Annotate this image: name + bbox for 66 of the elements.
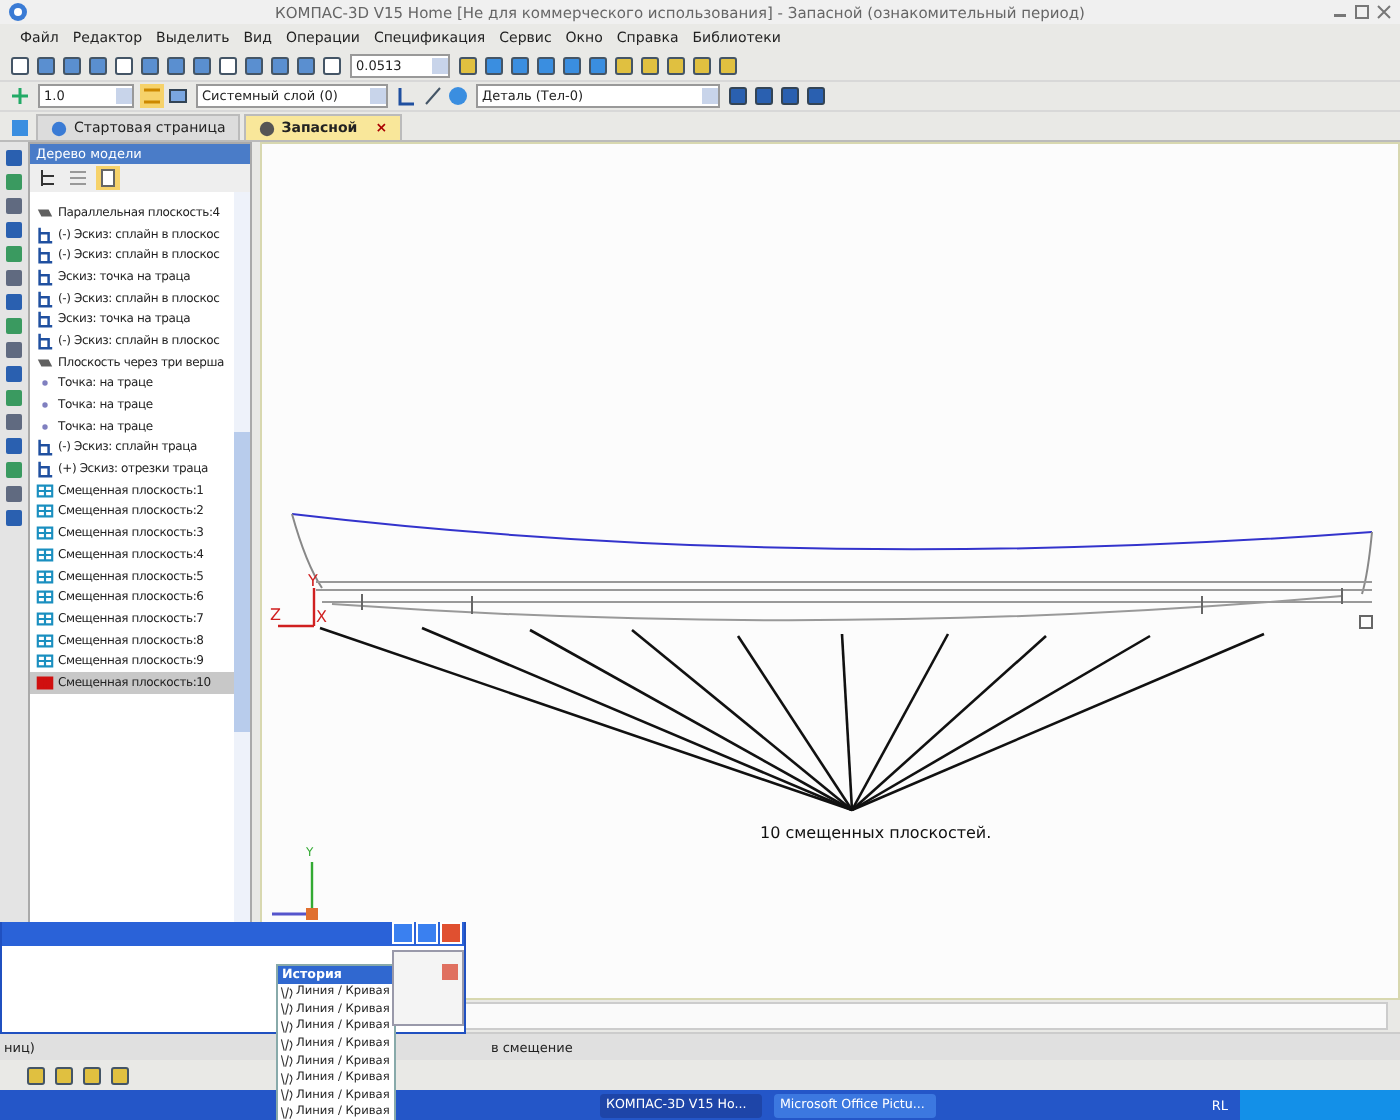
toolbar-icon[interactable] [112,54,136,78]
offset-plane-icon [36,567,54,586]
command-field[interactable] [464,1002,1388,1030]
toolbar-icon[interactable] [96,166,120,190]
minimize-button[interactable] [392,922,414,944]
sketch-icon [36,460,54,479]
toolbar-icon[interactable] [690,54,714,78]
app-logo-icon [8,2,28,22]
toolbar-icon[interactable] [138,54,162,78]
toolbar-icon[interactable] [52,1063,76,1087]
offset-plane-icon [36,631,54,650]
offset-plane-icon [36,524,54,543]
toolbar-icon[interactable] [534,54,558,78]
toolbar-icon[interactable] [638,54,662,78]
toolbar-icon[interactable] [586,54,610,78]
toolbar-icon[interactable] [268,54,292,78]
offset-plane-icon [36,481,54,500]
toolbar-icon[interactable] [664,54,688,78]
toolbar-icon[interactable] [420,84,444,108]
toolbar-icon[interactable] [726,84,750,108]
sketch-icon [36,438,54,457]
layer-icon[interactable] [166,84,190,108]
sketch-icon [36,246,54,265]
toolbar-icon[interactable] [716,54,740,78]
tab-icon [257,119,276,137]
toolbar-icon[interactable] [8,54,32,78]
marker-square [1359,615,1373,629]
annotation-text: 10 смещенных плоскостей. [760,824,992,842]
offset-plane-icon [36,502,54,521]
toolbar-icon[interactable] [778,84,802,108]
toolbar-icon[interactable] [216,54,240,78]
toolbar-icon[interactable] [108,1063,132,1087]
tab-icon [50,119,68,137]
sketch-icon [36,310,54,329]
toolbar-icon[interactable] [508,54,532,78]
offset-plane-icon [36,609,54,628]
toolbar-icon[interactable] [24,1063,48,1087]
offset-plane-icon [36,652,54,671]
toolbar-icon[interactable] [394,84,418,108]
sketch-icon [36,225,54,244]
axis-gizmo-drawing: Y Z X [270,572,327,628]
window-controls-icon[interactable] [1332,4,1392,20]
sketch-icon [36,267,54,286]
sketch-icon [36,331,54,350]
plane-icon [36,353,54,372]
toolbar-icon[interactable] [86,54,110,78]
toolbar-icon[interactable] [482,54,506,78]
sketch-icon [36,289,54,308]
toolbar-icon[interactable] [60,54,84,78]
toolbar-icon[interactable] [752,84,776,108]
toolbar-icon[interactable] [612,54,636,78]
close-button[interactable] [440,922,462,944]
tree-icon[interactable] [36,166,60,190]
maximize-button[interactable] [416,922,438,944]
toolbar-icon[interactable] [164,54,188,78]
toolbar-icon[interactable] [242,54,266,78]
offset-plane-icon [36,673,54,692]
offset-plane-icon [36,545,54,564]
offset-plane-icon [36,588,54,607]
toolbar-icon[interactable] [804,84,828,108]
toolbar-icon[interactable] [456,54,480,78]
plane-icon [36,203,54,222]
toolbar-icon[interactable] [190,54,214,78]
toolbar-icon[interactable] [80,1063,104,1087]
toolbar-icon[interactable] [34,54,58,78]
toolbar-icon[interactable] [560,54,584,78]
